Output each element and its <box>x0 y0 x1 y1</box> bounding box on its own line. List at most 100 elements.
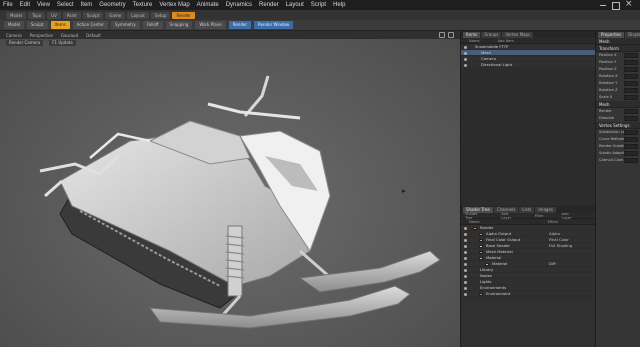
visibility-eye-icon[interactable] <box>464 244 467 248</box>
property-row: Rotation Y <box>596 80 640 87</box>
tab-topo[interactable]: Topo <box>28 11 46 19</box>
shader-tool-button[interactable]: Filter <box>535 214 544 218</box>
property-row: Subdivision Level <box>596 129 640 136</box>
menu-item-item[interactable]: Item <box>81 2 93 8</box>
tab-layout[interactable]: Layout <box>127 11 149 19</box>
menu-item-animate[interactable]: Animate <box>197 2 219 8</box>
viewport-header-item[interactable]: Default <box>86 33 101 38</box>
menu-item-vertex-map[interactable]: Vertex Map <box>159 2 189 8</box>
tab-setup[interactable]: Setup <box>150 11 171 19</box>
menu-item-layout[interactable]: Layout <box>286 2 304 8</box>
menu-item-script[interactable]: Script <box>311 2 326 8</box>
viewport-subheader-item[interactable]: F1 Update <box>49 39 76 46</box>
property-value-field[interactable] <box>624 109 638 114</box>
property-value-field[interactable] <box>624 95 638 100</box>
property-value-field[interactable] <box>624 144 638 149</box>
viewport-header-item[interactable]: Gouraud <box>61 33 78 38</box>
material-swatch-icon <box>479 250 483 254</box>
property-value-field[interactable] <box>624 67 638 72</box>
toolbar-falloff-button[interactable]: Falloff <box>142 21 163 29</box>
properties-section-title[interactable]: Mesh <box>596 101 640 108</box>
toolbar-work-plane-button[interactable]: Work Plane <box>195 21 226 29</box>
menu-item-geometry[interactable]: Geometry <box>99 2 125 8</box>
shader-tab[interactable]: Lists <box>519 206 535 213</box>
properties-tab[interactable]: Display <box>625 31 640 38</box>
visibility-eye-icon[interactable] <box>464 232 467 236</box>
visibility-eye-icon[interactable] <box>464 250 467 254</box>
tab-model[interactable]: Model <box>6 11 27 19</box>
visibility-eye-icon[interactable] <box>464 57 467 61</box>
items-tab[interactable]: Vertex Maps <box>502 31 534 38</box>
property-value-field[interactable] <box>624 151 638 156</box>
visibility-eye-icon[interactable] <box>464 256 467 260</box>
shader-tree-row[interactable]: Environment <box>461 291 595 297</box>
shader-column-label: Name <box>469 219 480 224</box>
viewport-subheader-item[interactable]: Render Camera <box>6 39 44 46</box>
visibility-eye-icon[interactable] <box>464 63 467 67</box>
visibility-eye-icon[interactable] <box>464 292 467 296</box>
tab-game[interactable]: Game <box>105 11 126 19</box>
toolbar-sculpt-button[interactable]: Sculpt <box>27 21 48 29</box>
properties-section-title[interactable]: Transform <box>596 45 640 52</box>
shader-tool-button[interactable]: Shader Tree <box>465 212 483 220</box>
toolbar-render-window-button[interactable]: Render Window <box>253 21 294 29</box>
property-value-field[interactable] <box>624 74 638 79</box>
tab-render[interactable]: Render <box>172 11 195 19</box>
list-item[interactable]: Directional Light <box>461 62 595 68</box>
toolbar-render-button[interactable]: Render <box>228 21 251 29</box>
tab-uv[interactable]: UV <box>47 11 61 19</box>
maximize-icon[interactable] <box>612 2 620 10</box>
items-tab[interactable]: Groups <box>481 31 502 38</box>
toolbar-model-button[interactable]: Model <box>4 21 25 29</box>
toolbar-snapping-button[interactable]: Snapping <box>165 21 193 29</box>
menu-item-view[interactable]: View <box>37 2 50 8</box>
menu-item-select[interactable]: Select <box>57 2 74 8</box>
property-value-field[interactable] <box>624 81 638 86</box>
menu-item-help[interactable]: Help <box>333 2 345 8</box>
toolbar-items-button[interactable]: Items <box>50 21 70 29</box>
visibility-eye-icon[interactable] <box>464 280 467 284</box>
property-value-field[interactable] <box>624 137 638 142</box>
viewport-header: Camera Perspective Gouraud Default <box>0 31 460 39</box>
tab-paint[interactable]: Paint <box>62 11 81 19</box>
shader-tool-button[interactable]: Add Layer <box>501 212 516 220</box>
menu-item-file[interactable]: File <box>3 2 13 8</box>
visibility-eye-icon[interactable] <box>464 286 467 290</box>
minimize-icon[interactable] <box>600 2 606 8</box>
visibility-eye-icon[interactable] <box>464 45 467 49</box>
items-tab[interactable]: Items <box>463 31 481 38</box>
visibility-eye-icon[interactable] <box>464 268 467 272</box>
property-value-field[interactable] <box>624 88 638 93</box>
toolbar-symmetry-button[interactable]: Symmetry <box>110 21 140 29</box>
property-value-field[interactable] <box>624 116 638 121</box>
property-value-field[interactable] <box>624 53 638 58</box>
visibility-eye-icon[interactable] <box>464 51 467 55</box>
viewport-subheader: Render Camera F1 Update <box>0 39 120 46</box>
viewport-option-icon[interactable] <box>439 32 445 38</box>
properties-section-title[interactable]: Vertex Settings <box>596 122 640 129</box>
property-row: Dissolve <box>596 115 640 122</box>
menu-item-render[interactable]: Render <box>259 2 279 8</box>
shader-tool-button[interactable]: Add Layer <box>562 212 577 220</box>
property-row: Render Subdiv <box>596 143 640 150</box>
3d-viewport[interactable]: Camera Perspective Gouraud Default Render C… <box>0 31 460 347</box>
visibility-eye-icon[interactable] <box>464 226 467 230</box>
shader-tab[interactable]: Images <box>535 206 556 213</box>
viewport-maximize-icon[interactable] <box>448 32 454 38</box>
viewport-header-item[interactable]: Camera <box>6 33 22 38</box>
properties-tab[interactable]: Properties <box>598 31 625 38</box>
viewport-header-item[interactable]: Perspective <box>30 33 53 38</box>
tab-sculpt[interactable]: Sculpt <box>82 11 104 19</box>
visibility-eye-icon[interactable] <box>464 274 467 278</box>
visibility-eye-icon[interactable] <box>464 238 467 242</box>
property-value-field[interactable] <box>624 130 638 135</box>
property-value-field[interactable] <box>624 158 638 163</box>
property-value-field[interactable] <box>624 60 638 65</box>
visibility-eye-icon[interactable] <box>464 262 467 266</box>
menu-item-dynamics[interactable]: Dynamics <box>226 2 252 8</box>
menu-item-edit[interactable]: Edit <box>20 2 30 8</box>
toolbar-action-center-button[interactable]: Action Center <box>72 21 108 29</box>
menu-item-texture[interactable]: Texture <box>133 2 153 8</box>
close-icon[interactable] <box>625 0 633 9</box>
property-label: Rotation X <box>599 74 618 78</box>
